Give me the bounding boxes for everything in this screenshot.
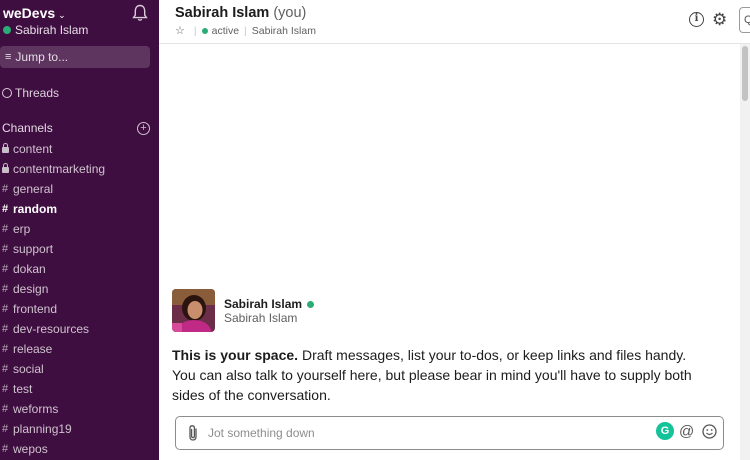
channel-label: random: [13, 202, 58, 216]
sidebar-item-threads[interactable]: Threads: [2, 86, 59, 100]
avatar[interactable]: [172, 289, 215, 332]
scrollbar[interactable]: [740, 44, 750, 460]
jump-to-button[interactable]: ≡ Jump to...: [0, 46, 150, 68]
intro-user-name[interactable]: Sabirah Islam: [224, 297, 315, 311]
bell-icon[interactable]: [132, 4, 148, 22]
sidebar-item-contentmarketing[interactable]: contentmarketing: [2, 159, 157, 179]
lock-icon: [2, 163, 9, 173]
hash-icon: #: [2, 243, 9, 255]
sidebar-item-content[interactable]: content: [2, 139, 157, 159]
channel-label: social: [13, 362, 44, 376]
channel-title: Sabirah Islam: [175, 5, 270, 21]
channel-label: frontend: [13, 302, 58, 316]
threads-icon: [2, 88, 12, 98]
channel-label: general: [13, 182, 54, 196]
channel-label: weforms: [13, 402, 59, 416]
intro-user-subtitle: Sabirah Islam: [224, 311, 298, 325]
sidebar-item-weforms[interactable]: # weforms: [2, 399, 157, 419]
sidebar-item-test[interactable]: # test: [2, 379, 157, 399]
jump-to-icon: ≡: [5, 51, 12, 63]
presence-dot-icon: [3, 26, 11, 34]
info-icon[interactable]: i: [689, 12, 704, 27]
sidebar-item-random[interactable]: # random: [2, 199, 157, 219]
channel-label: support: [13, 242, 54, 256]
sidebar-item-dev-resources[interactable]: # dev-resources: [2, 319, 157, 339]
hash-icon: #: [2, 283, 9, 295]
page-title[interactable]: Sabirah Islam (you): [175, 5, 306, 21]
threads-label: Threads: [15, 86, 60, 100]
sidebar: weDevs ⌄ Sabirah Islam ≡ Jump to... Threa…: [0, 0, 159, 460]
star-icon[interactable]: ☆: [175, 24, 185, 37]
hash-icon: #: [2, 423, 9, 435]
lock-icon: [2, 143, 9, 153]
status-text: active: [211, 24, 240, 37]
paperclip-icon[interactable]: [185, 424, 201, 442]
hash-icon: #: [2, 383, 9, 395]
sidebar-item-design[interactable]: # design: [2, 279, 157, 299]
sidebar-item-general[interactable]: # general: [2, 179, 157, 199]
channel-label: dokan: [13, 262, 46, 276]
channel-meta: ☆ | active | Sabirah Islam: [175, 24, 316, 38]
add-channel-icon[interactable]: +: [137, 121, 150, 135]
hash-icon: #: [2, 323, 9, 335]
channel-label: wepos: [13, 442, 48, 456]
hash-icon: #: [2, 363, 9, 375]
search-icon[interactable]: Q: [739, 7, 750, 33]
sidebar-item-support[interactable]: # support: [2, 239, 157, 259]
presence-dot-icon: [201, 27, 208, 34]
sidebar-item-release[interactable]: # release: [2, 339, 157, 359]
channel-label: contentmarketing: [13, 162, 106, 176]
message-composer: G @: [175, 416, 724, 450]
channel-label: erp: [13, 222, 31, 236]
message-input[interactable]: [208, 423, 628, 443]
meta-divider: |: [193, 24, 197, 37]
workspace-name: weDevs: [3, 5, 56, 21]
hash-icon: #: [2, 263, 9, 275]
channel-label: planning19: [13, 422, 72, 436]
avatar-image: [172, 289, 215, 332]
sidebar-item-dokan[interactable]: # dokan: [2, 259, 157, 279]
channel-label: test: [13, 382, 33, 396]
intro-lead: This is your space.: [172, 347, 299, 363]
channel-label: content: [13, 142, 53, 156]
chevron-down-icon: ⌄: [58, 10, 66, 20]
workspace-menu[interactable]: weDevs ⌄: [3, 5, 66, 21]
hash-icon: #: [2, 403, 9, 415]
channels-section-header[interactable]: Channels +: [2, 121, 150, 135]
gear-icon[interactable]: ⚙: [712, 10, 727, 30]
workspace-header[interactable]: weDevs ⌄ Sabirah Islam: [0, 0, 159, 42]
jump-to-label: Jump to...: [15, 50, 69, 64]
channel-subtitle: Sabirah Islam: [251, 24, 316, 37]
hash-icon: #: [2, 223, 9, 235]
channel-label: release: [13, 342, 53, 356]
channel-label: design: [13, 282, 49, 296]
intro-description: This is your space. Draft messages, list…: [172, 345, 702, 405]
hash-icon: #: [2, 443, 9, 455]
hash-icon: #: [2, 183, 9, 195]
mention-icon[interactable]: @: [679, 423, 694, 440]
channels-header-label: Channels: [2, 121, 53, 135]
current-user: Sabirah Islam: [3, 23, 88, 37]
sidebar-item-erp[interactable]: # erp: [2, 219, 157, 239]
current-user-name: Sabirah Islam: [15, 23, 89, 37]
channel-label: dev-resources: [13, 322, 90, 336]
intro-name-text: Sabirah Islam: [224, 297, 303, 311]
sidebar-item-frontend[interactable]: # frontend: [2, 299, 157, 319]
sidebar-item-social[interactable]: # social: [2, 359, 157, 379]
sidebar-item-planning19[interactable]: # planning19: [2, 419, 157, 439]
meta-divider: |: [244, 24, 247, 37]
channel-title-suffix: (you): [273, 5, 307, 21]
emoji-icon[interactable]: [702, 424, 717, 439]
hash-icon: #: [2, 203, 9, 215]
presence-dot-icon: [307, 300, 315, 308]
scrollbar-thumb[interactable]: [742, 46, 748, 101]
hash-icon: #: [2, 303, 9, 315]
channel-header: Sabirah Islam (you) ☆ | active | Sabirah…: [159, 0, 750, 44]
hash-icon: #: [2, 343, 9, 355]
grammarly-icon[interactable]: G: [656, 422, 674, 440]
channel-list: content contentmarketing # general # random # e…: [2, 139, 157, 459]
sidebar-item-wepos[interactable]: # wepos: [2, 439, 157, 459]
main-pane: Sabirah Islam (you) ☆ | active | Sabirah…: [159, 0, 750, 460]
